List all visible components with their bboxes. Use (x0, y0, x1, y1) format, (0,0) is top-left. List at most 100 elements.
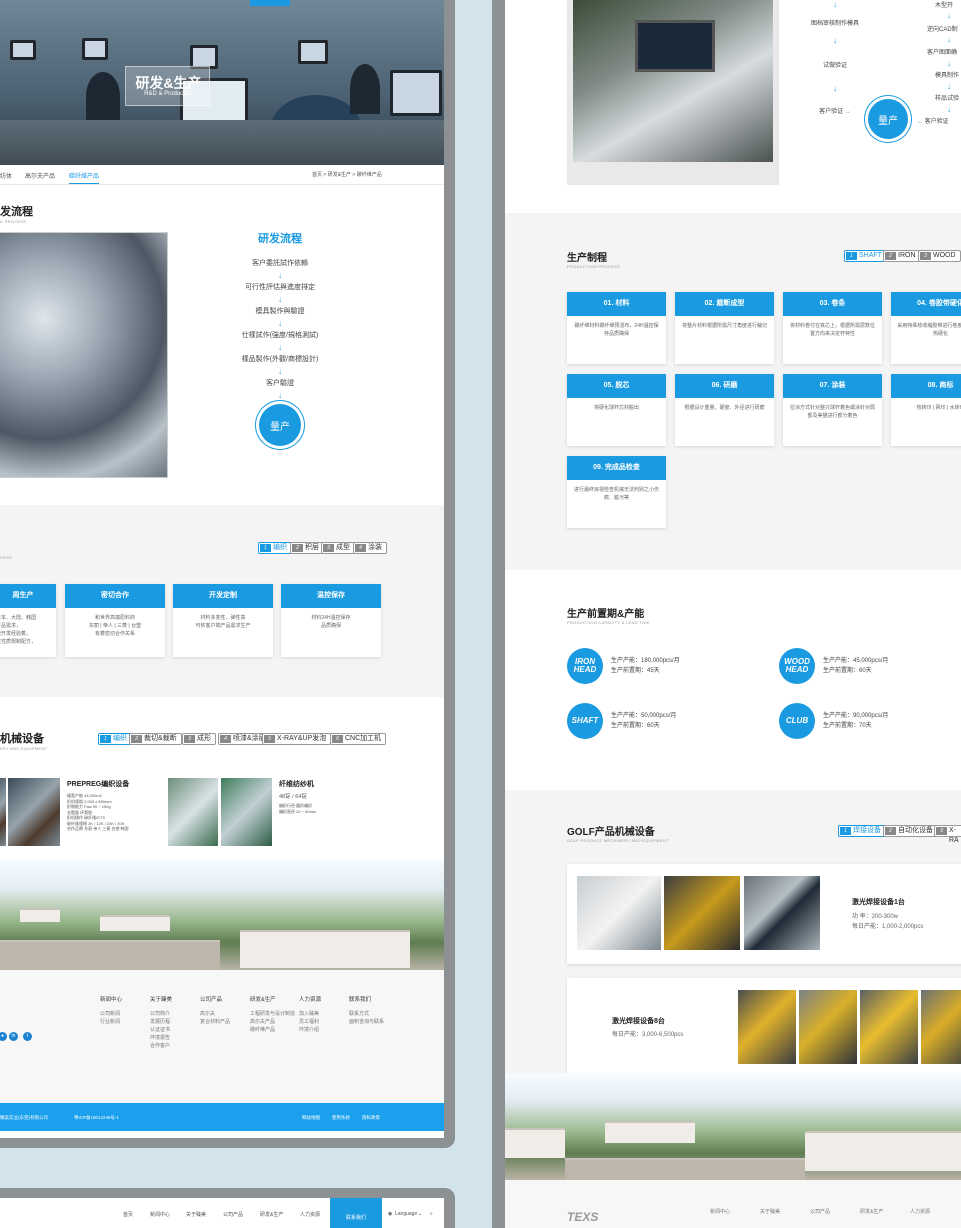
twitter-icon[interactable]: t (23, 1032, 32, 1041)
footer-link[interactable]: 高尔夫产品 (250, 1018, 295, 1026)
footer-link[interactable]: 高尔夫 (200, 1010, 230, 1018)
footer-link[interactable]: 碳纤维产品 (250, 1026, 295, 1034)
arrow-down-icon: ↓ (833, 36, 837, 45)
card-title: 04. 卷胶带硬化 (891, 292, 961, 316)
arrow-down-icon: ↓ (947, 105, 951, 114)
arrow-down-icon: ↓ (278, 391, 282, 400)
tab-welding[interactable]: 1 焊接设备 (838, 825, 886, 837)
process-card: 02. 裁断成型 将整片材料根据所需尺寸角度进行裁切 (675, 292, 774, 364)
nav-item[interactable]: 人力资源 (300, 1211, 320, 1218)
site-footer: ζ ● in t 新闻中心 公司新闻 行业新闻 关于臻美 公司简介 发展历程 认… (0, 970, 444, 1103)
arrow-down-icon: ↓ (833, 84, 837, 93)
nav-item[interactable]: 新闻中心 (150, 1211, 170, 1218)
search-icon[interactable]: ⌕ (430, 1211, 433, 1217)
card-title: 周生产 (0, 584, 56, 608)
footer-link[interactable]: 环境报告 (150, 1034, 172, 1042)
card-body: 拉涂方式针对整只球杆着色或涂针对局部及美猫进行部分着色 (789, 405, 875, 419)
footer-bottom-link[interactable]: 使用条款 (332, 1115, 350, 1121)
tab-wood[interactable]: 3 WOOD (918, 250, 961, 262)
footer-link[interactable]: 行业新闻 (100, 1018, 122, 1026)
nav-item[interactable]: 关于臻美 (186, 1211, 206, 1218)
tab-xray[interactable]: 3 X-RA (934, 825, 961, 844)
tab-label: 积层 (305, 544, 319, 551)
footer-heading[interactable]: 研发&生产 (250, 996, 295, 1004)
language-selector[interactable]: Language (395, 1211, 417, 1217)
icp-number[interactable]: 粤ICP备19014246号-1 (74, 1115, 119, 1121)
hero-title-box: 研发&生产 R&D & Production (125, 66, 210, 106)
tab-laminate[interactable]: 2 积层 (290, 542, 324, 554)
tab-cnc[interactable]: 6 CNC加工机 (330, 733, 387, 745)
footer-heading[interactable]: 联系我们 (349, 996, 384, 1004)
card-title: 09. 完成品检查 (567, 456, 666, 480)
footer-link[interactable]: 复合材料产品 (200, 1018, 230, 1026)
tab-number: 6 (332, 735, 343, 743)
machine-photo (168, 778, 218, 846)
wood-head-badge: WOOD HEAD (779, 648, 815, 684)
golf-equipment-section: GOLF产品机械设备 GOLF PRODUCT MECHINERY AND EQ… (505, 790, 961, 1090)
process-card: 07. 涂装 拉涂方式针对整只球杆着色或涂针对局部及美猫进行部分着色 (783, 374, 882, 446)
building-image (805, 1131, 961, 1171)
flow-step: 模具制作 (935, 73, 960, 79)
footer-heading[interactable]: 公司产品 (200, 996, 230, 1004)
footer-link[interactable]: 工程研发与设计制造 (250, 1010, 295, 1018)
footer-link[interactable]: 认证证书 (150, 1026, 172, 1034)
tab-iron[interactable]: 2 IRON (883, 250, 921, 262)
footer-heading[interactable]: 研发&生产 (860, 1208, 883, 1216)
monitor-image (10, 40, 36, 60)
footer-heading[interactable]: 新闻中心 (100, 996, 122, 1004)
flow-step: 逆向CAD制 (927, 27, 958, 33)
footer-link[interactable]: 面积咨询与联系 (349, 1018, 384, 1026)
footer-link[interactable]: 公司新闻 (100, 1010, 122, 1018)
footer-link[interactable]: 公司简介 (150, 1010, 172, 1018)
sns-icon[interactable]: ● (0, 1032, 7, 1041)
nav-item[interactable]: 研发&生产 (260, 1211, 283, 1218)
footer-heading[interactable]: 人力资源 (299, 996, 321, 1004)
nav-item[interactable]: 首页 (123, 1211, 133, 1218)
flow-step: ← 客户验证 (917, 119, 949, 125)
tab-forming[interactable]: 3 成型 (321, 542, 355, 554)
footer-link[interactable]: 联系方式 (349, 1010, 384, 1018)
footer-heading[interactable]: 公司产品 (810, 1208, 830, 1216)
footer-heading[interactable]: 新闻中心 (710, 1208, 730, 1216)
footer-heading[interactable]: 关于臻美 (760, 1208, 780, 1216)
tab-automation[interactable]: 2 自动化设备 (883, 825, 938, 837)
tab-cutting[interactable]: 2 裁切&裁断 (129, 733, 182, 745)
footer-heading[interactable]: 人力资源 (910, 1208, 930, 1216)
globe-icon[interactable]: ◉ (388, 1211, 392, 1217)
chevron-down-icon[interactable]: ⌄ (418, 1211, 422, 1217)
footer-bottom-link[interactable]: 隐私政策 (362, 1115, 380, 1121)
lead-time-value: 生产前置期：70天 (823, 723, 872, 729)
lead-time-value: 生产前置期：45天 (611, 668, 660, 674)
footer-link[interactable]: 合作客户 (150, 1042, 172, 1050)
tab-forming[interactable]: 3 成形 (182, 733, 216, 745)
linkedin-icon[interactable]: in (9, 1032, 18, 1041)
desk-image (0, 120, 444, 165)
footer-column: 人力资源 加入臻美 员工福利 环境介绍 (299, 996, 321, 1034)
subnav-item-active[interactable]: 碳纤维产品 (69, 171, 100, 184)
equipment-subtitle: 48锭 / 64锭 (279, 794, 307, 800)
subnav-item[interactable]: 高尔夫产品 (25, 171, 55, 180)
footer-logo[interactable]: TEXS (567, 1210, 598, 1224)
footer-link[interactable]: 环境介绍 (299, 1026, 321, 1034)
footer-bottom-link[interactable]: 网站地图 (302, 1115, 320, 1121)
tab-number: 3 (184, 735, 195, 743)
footer-link[interactable]: 发展历程 (150, 1018, 172, 1026)
tab-xray[interactable]: 5 X-RAY&UP发泡 (262, 733, 332, 745)
footer-heading[interactable]: 关于臻美 (150, 996, 172, 1004)
building-image (505, 1128, 565, 1158)
breadcrumb[interactable]: 首页 > 研发&生产 > 碳纤维产品 (312, 171, 382, 178)
nav-item[interactable]: 公司产品 (223, 1211, 243, 1218)
tab-number: 4 (220, 735, 231, 743)
footer-link[interactable]: 员工福利 (299, 1018, 321, 1026)
section-subtitle: ERY AND EQUIPMENT (0, 746, 48, 751)
tab-shaft[interactable]: 1 SHAFT (844, 250, 887, 262)
card-title: 02. 裁断成型 (675, 292, 774, 316)
tab-weave[interactable]: 1 编织 (98, 733, 132, 745)
tab-coating[interactable]: 4 涂装 (353, 542, 387, 554)
tab-weave[interactable]: 1 编织 (258, 542, 292, 554)
footer-link[interactable]: 加入臻美 (299, 1010, 321, 1018)
card-body: 将材料卷付在铁芯上，根据所需层数位置方向来决定杆特性 (789, 323, 875, 337)
subnav-item[interactable]: 纺体 (0, 171, 12, 180)
nav-item-active[interactable]: 联系我们 (330, 1198, 382, 1228)
equipment-card: 激光焊接设备1台 功 率：200-300w 每日产能：1,000-2,000pcs (567, 864, 961, 964)
